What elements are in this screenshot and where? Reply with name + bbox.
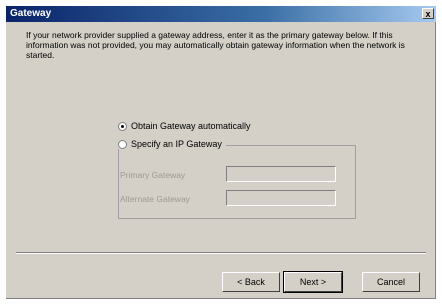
close-button[interactable]: x (422, 8, 434, 19)
description-text: If your network provider supplied a gate… (26, 30, 405, 60)
obtain-gateway-label: Obtain Gateway automatically (131, 121, 251, 131)
title-bar: Gateway x (6, 6, 436, 22)
gateway-groupbox (118, 145, 356, 219)
radio-selected-icon (118, 122, 127, 132)
obtain-gateway-radio[interactable]: Obtain Gateway automatically (118, 121, 251, 132)
alternate-gateway-field[interactable] (226, 190, 336, 206)
close-icon: x (425, 9, 431, 19)
dialog-title: Gateway (10, 8, 52, 19)
radio-unselected-icon (118, 140, 127, 150)
primary-gateway-field[interactable] (226, 166, 336, 182)
back-button[interactable]: < Back (222, 272, 280, 292)
specify-gateway-radio[interactable]: Specify an IP Gateway (118, 139, 226, 150)
gateway-dialog: Gateway x If your network provider suppl… (0, 0, 442, 305)
next-button[interactable]: Next > (283, 271, 343, 293)
specify-gateway-label: Specify an IP Gateway (131, 139, 222, 149)
button-separator (16, 252, 426, 254)
dialog-body: If your network provider supplied a gate… (6, 22, 436, 299)
alternate-gateway-label: Alternate Gateway (120, 194, 190, 204)
primary-gateway-label: Primary Gateway (120, 170, 186, 180)
cancel-button[interactable]: Cancel (362, 272, 420, 292)
